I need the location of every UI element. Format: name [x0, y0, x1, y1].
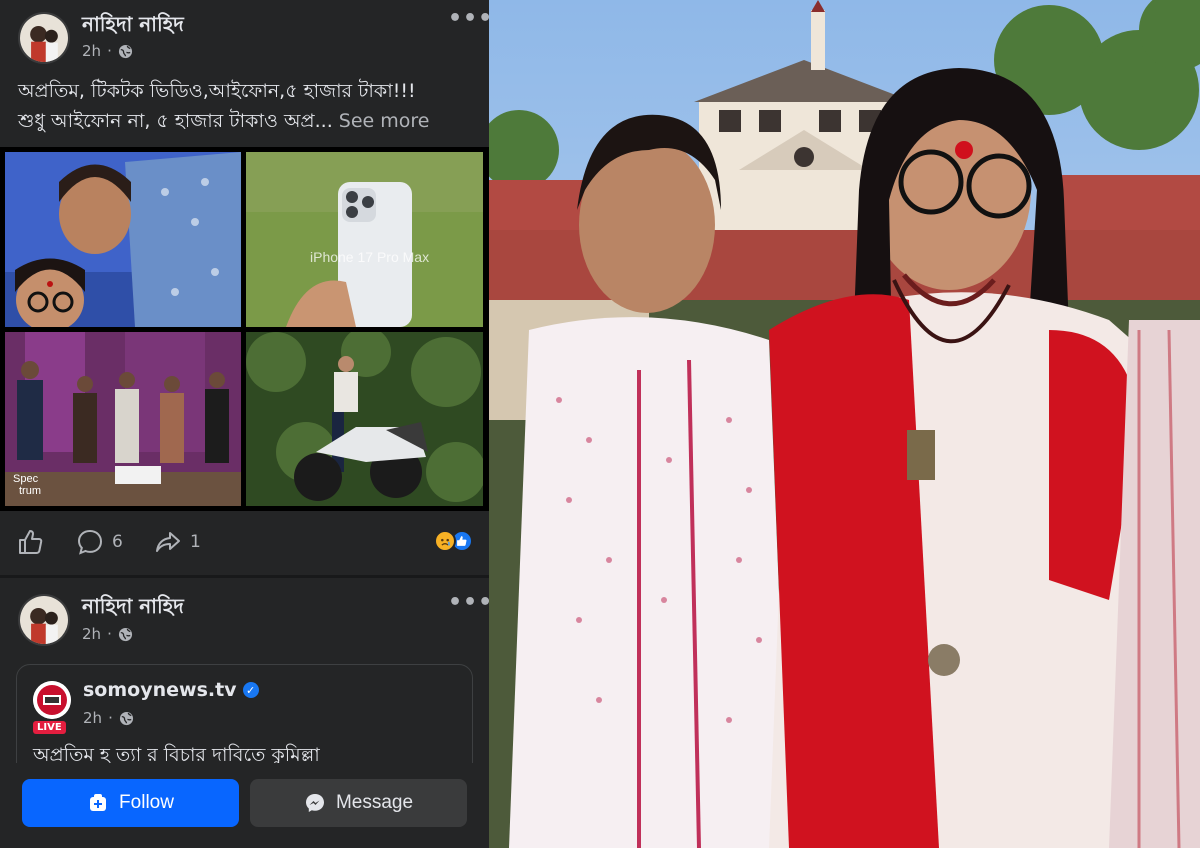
shared-post-meta: 2h ·: [83, 709, 134, 727]
author-name[interactable]: নাহিদা নাহিদ: [82, 10, 184, 43]
post-meta: 2h ·: [82, 42, 133, 60]
share-button[interactable]: 1: [154, 528, 201, 556]
post-text-line-2: শুধু আইফোন না, ৫ হাজার টাকাও অপ্র... See…: [18, 110, 430, 132]
reactions-summary[interactable]: [434, 530, 473, 552]
thumbs-up-icon: [19, 530, 43, 554]
shared-page-name[interactable]: somoynews.tv ✓: [83, 679, 259, 701]
police-lineup-photo[interactable]: Spec trum: [5, 332, 241, 506]
sad-reaction-icon: [434, 530, 456, 552]
author-avatar[interactable]: [18, 12, 70, 64]
more-options-icon[interactable]: •••: [448, 6, 489, 31]
post-text: অপ্রতিম, টিকটক ভিডিও,আইফোন,৫ হাজার টাকা!…: [18, 76, 478, 136]
live-badge: LIVE: [33, 721, 66, 734]
facebook-feed-panel: নাহিদা নাহিদ 2h · ••• অপ্রতিম, টিকটক ভিড…: [0, 0, 489, 848]
more-options-icon[interactable]: •••: [448, 590, 489, 615]
news-photo: [489, 0, 1200, 848]
globe-icon: [118, 44, 132, 58]
post-card: নাহিদা নাহিদ 2h · ••• অপ্রতিম, টিকটক ভিড…: [0, 0, 489, 575]
mother-and-son-photo: [489, 0, 1200, 848]
message-button[interactable]: Message: [250, 779, 467, 827]
follow-button[interactable]: Follow: [22, 779, 239, 827]
page-avatar[interactable]: [33, 681, 71, 719]
watermark-text-1: Spec: [13, 473, 39, 485]
photo-grid: iPhone 17 Pro Max Spec trum: [0, 147, 489, 511]
post-actions: 6 1: [0, 522, 489, 566]
message-label: Message: [335, 792, 414, 813]
verified-badge-icon: ✓: [242, 682, 259, 698]
motorcycle-photo[interactable]: [246, 332, 483, 506]
comment-icon: [77, 529, 103, 555]
iphone-photo[interactable]: iPhone 17 Pro Max: [246, 152, 483, 327]
see-more-link[interactable]: See more: [339, 110, 430, 132]
comment-button[interactable]: 6: [76, 528, 123, 556]
shares-count: 1: [190, 532, 201, 552]
post-text-line-1: অপ্রতিম, টিকটক ভিডিও,আইফোন,৫ হাজার টাকা!…: [18, 80, 416, 102]
share-icon: [156, 532, 180, 552]
add-friend-icon: [90, 794, 107, 811]
follow-label: Follow: [119, 792, 174, 813]
comments-count: 6: [112, 532, 123, 552]
post-meta: 2h ·: [82, 625, 133, 643]
globe-icon: [119, 711, 133, 725]
selfie-photo[interactable]: [5, 152, 241, 327]
like-button[interactable]: [16, 528, 44, 556]
messenger-icon: [305, 794, 324, 812]
shared-post-time[interactable]: 2h: [83, 709, 102, 727]
post-time[interactable]: 2h: [82, 42, 101, 60]
author-avatar[interactable]: [18, 594, 70, 646]
watermark-text-2: trum: [19, 485, 41, 497]
post-time[interactable]: 2h: [82, 625, 101, 643]
iphone-caption: iPhone 17 Pro Max: [310, 249, 429, 265]
author-name[interactable]: নাহিদা নাহিদ: [82, 592, 184, 625]
globe-icon: [118, 627, 132, 641]
profile-action-bar: Follow Message: [0, 763, 489, 848]
